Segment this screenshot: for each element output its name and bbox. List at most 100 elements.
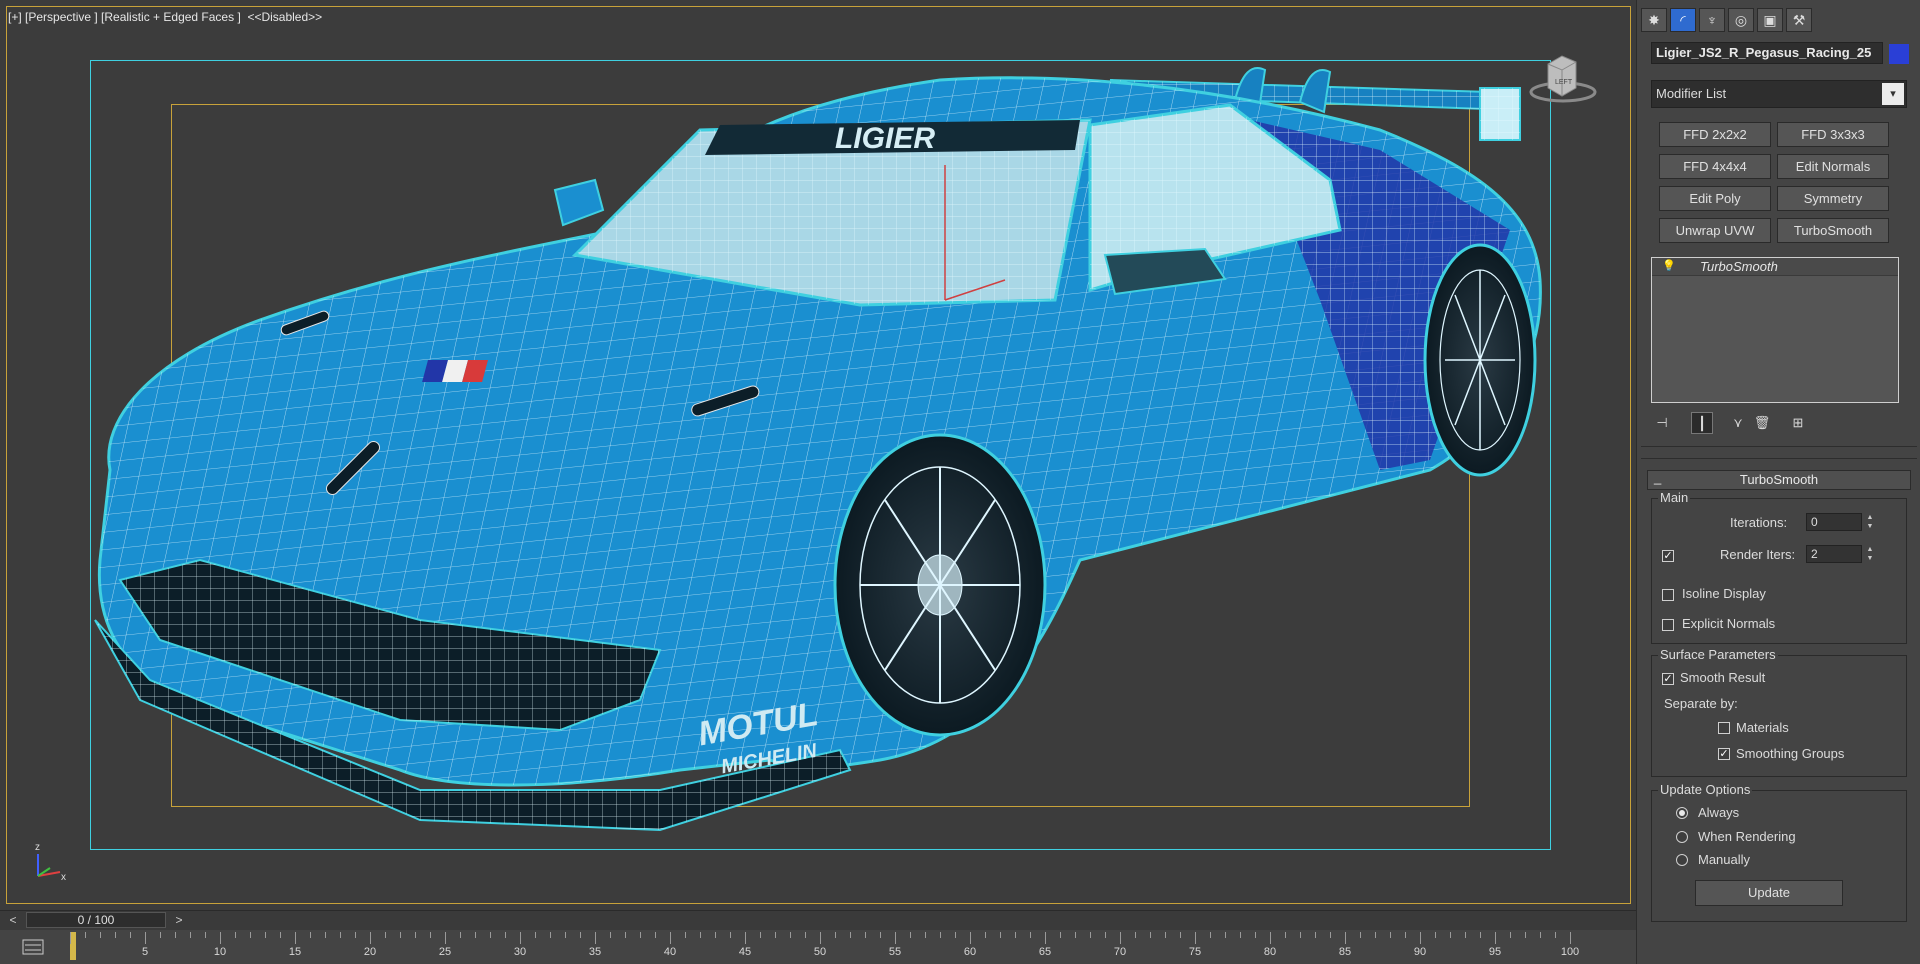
tick-mark — [310, 932, 311, 938]
tick-mark — [505, 932, 506, 938]
next-frame-button[interactable]: > — [170, 913, 188, 928]
tick-mark — [1225, 932, 1226, 938]
render-iters-checkbox[interactable]: ✓ — [1662, 550, 1674, 562]
tick-mark — [1135, 932, 1136, 938]
tick-mark — [715, 932, 716, 938]
tick-mark — [895, 932, 896, 944]
modifier-button-unwrap-uvw[interactable]: Unwrap UVW — [1659, 218, 1771, 243]
tick-mark — [775, 932, 776, 938]
tick-mark — [1060, 932, 1061, 938]
explicit-normals-checkbox[interactable] — [1662, 619, 1674, 631]
time-slider[interactable]: < 0 / 100 > — [0, 910, 1636, 931]
divider — [1641, 458, 1917, 459]
time-slider-thumb[interactable]: 0 / 100 — [26, 912, 166, 928]
iterations-spinner-arrows[interactable]: ▲ ▼ — [1864, 513, 1876, 531]
car-model[interactable]: LIGIER MOTUL MICHELIN — [0, 0, 1636, 910]
modifier-button-ffd4[interactable]: FFD 4x4x4 — [1659, 154, 1771, 179]
tick-mark — [1120, 932, 1121, 944]
modifier-stack[interactable]: 💡 TurboSmooth — [1651, 257, 1899, 403]
configure-sets-icon[interactable]: ⊞ — [1787, 412, 1809, 434]
tick-mark — [1405, 932, 1406, 938]
tick-mark — [295, 932, 296, 944]
track-bar[interactable]: 5 10 15 20 25 30 35 40 45 50 55 60 65 70 75 80 85 90 95 100 — [0, 930, 1636, 964]
radio-manually[interactable] — [1676, 854, 1688, 866]
show-end-result-icon[interactable]: ┃ — [1691, 412, 1713, 434]
tick-mark — [700, 932, 701, 938]
viewcube[interactable]: LEFT — [1528, 50, 1598, 106]
viewcube-face-label: LEFT — [1555, 79, 1573, 86]
track-bar-ticks[interactable]: 5 10 15 20 25 30 35 40 45 50 55 60 65 70 75 80 85 90 95 100 — [70, 930, 1579, 964]
object-color-swatch[interactable] — [1889, 44, 1909, 64]
render-iters-spinner[interactable]: 2 — [1806, 545, 1862, 563]
tick-mark — [430, 932, 431, 938]
tick-mark — [415, 932, 416, 938]
motion-icon[interactable]: ◎ — [1728, 8, 1754, 32]
iterations-label: Iterations: — [1730, 515, 1788, 530]
smoothing-groups-checkbox[interactable]: ✓ — [1718, 748, 1730, 760]
collapse-icon[interactable]: _ — [1654, 469, 1661, 487]
object-name-field[interactable]: Ligier_JS2_R_Pegasus_Racing_25 — [1651, 42, 1883, 64]
modifier-button-ffd3[interactable]: FFD 3x3x3 — [1777, 122, 1889, 147]
stack-item-label: TurboSmooth — [1700, 259, 1778, 274]
perspective-viewport[interactable]: LIGIER MOTUL MICHELIN [+] [Perspective]… — [0, 0, 1636, 910]
turbosmooth-rollout-header[interactable]: _ TurboSmooth — [1647, 470, 1911, 490]
tick-label: 60 — [963, 946, 977, 958]
tick-mark — [205, 932, 206, 938]
tick-mark — [1045, 932, 1046, 944]
tick-mark — [100, 932, 101, 938]
tick-label: 25 — [438, 946, 452, 958]
tick-label: 100 — [1560, 946, 1580, 958]
tick-mark — [235, 932, 236, 938]
tick-mark — [220, 932, 221, 944]
tick-mark — [280, 932, 281, 938]
modifier-list-dropdown[interactable]: Modifier List ▾ — [1651, 80, 1907, 108]
display-icon[interactable]: ▣ — [1757, 8, 1783, 32]
radio-when-rendering[interactable] — [1676, 831, 1688, 843]
prev-frame-button[interactable]: < — [4, 913, 22, 928]
smooth-result-checkbox[interactable]: ✓ — [1662, 673, 1674, 685]
surface-parameters-group: Surface Parameters ✓ Smooth Result Separ… — [1651, 647, 1907, 777]
viewport-label[interactable]: [+] [Perspective ] [Realistic + Edged Fa… — [8, 10, 322, 24]
tick-mark — [910, 932, 911, 938]
create-icon[interactable]: ✸ — [1641, 8, 1667, 32]
modify-icon[interactable]: ◜ — [1670, 8, 1696, 32]
modifier-button-turbosmooth[interactable]: TurboSmooth — [1777, 218, 1889, 243]
tick-label: 65 — [1038, 946, 1052, 958]
modifier-list-label: Modifier List — [1656, 86, 1727, 101]
hierarchy-icon[interactable]: ♆ — [1699, 8, 1725, 32]
stack-item-turbosmooth[interactable]: 💡 TurboSmooth — [1652, 258, 1898, 276]
tick-mark — [1435, 932, 1436, 938]
utilities-icon[interactable]: ⚒ — [1786, 8, 1812, 32]
curve-editor-icon[interactable] — [22, 938, 44, 958]
radio-always[interactable] — [1676, 807, 1688, 819]
make-unique-icon[interactable]: ⋎ — [1727, 412, 1749, 434]
chevron-down-icon[interactable]: ▾ — [1882, 83, 1904, 105]
render-iters-spinner-arrows[interactable]: ▲ ▼ — [1864, 545, 1876, 563]
isoline-display-checkbox[interactable] — [1662, 589, 1674, 601]
materials-checkbox[interactable] — [1718, 722, 1730, 734]
tick-label: 45 — [738, 946, 752, 958]
tick-mark — [595, 932, 596, 944]
tick-mark — [1285, 932, 1286, 938]
pin-stack-icon[interactable]: ⊣ — [1651, 412, 1673, 434]
tick-mark — [805, 932, 806, 938]
tick-mark — [1510, 932, 1511, 938]
modifier-button-ffd2[interactable]: FFD 2x2x2 — [1659, 122, 1771, 147]
modifier-button-symmetry[interactable]: Symmetry — [1777, 186, 1889, 211]
tick-mark — [670, 932, 671, 944]
lightbulb-icon[interactable]: 💡 — [1662, 260, 1676, 272]
modifier-button-edit-normals[interactable]: Edit Normals — [1777, 154, 1889, 179]
tick-mark — [250, 932, 251, 938]
modifier-button-edit-poly[interactable]: Edit Poly — [1659, 186, 1771, 211]
separate-by-label: Separate by: — [1664, 696, 1738, 711]
iterations-spinner[interactable]: 0 — [1806, 513, 1862, 531]
tick-mark — [70, 932, 71, 944]
remove-modifier-icon[interactable]: 🗑 — [1751, 412, 1773, 434]
rollout-title: TurboSmooth — [1739, 472, 1819, 487]
front-wheel — [833, 433, 1047, 737]
update-button[interactable]: Update — [1695, 880, 1843, 906]
stack-toolbar: ⊣ ┃ ⋎ 🗑 ⊞ — [1651, 412, 1911, 434]
tick-label: 30 — [513, 946, 527, 958]
tick-label: 20 — [363, 946, 377, 958]
tick-mark — [1450, 932, 1451, 938]
